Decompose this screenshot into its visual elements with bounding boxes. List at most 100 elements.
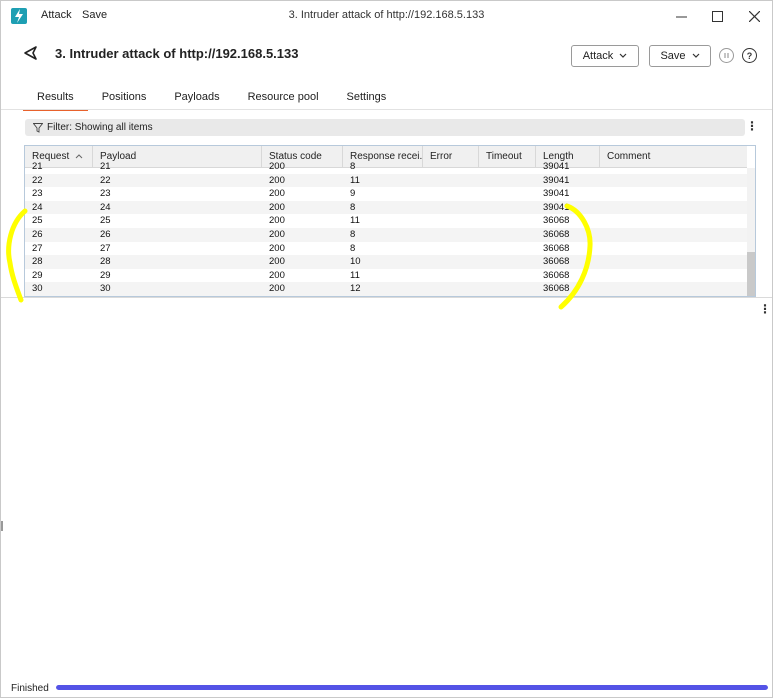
table-cell: 200 xyxy=(269,242,285,254)
table-cell: 36068 xyxy=(543,242,570,254)
table-cell: 30 xyxy=(32,283,43,295)
table-row[interactable]: 28 28 200 10 36068 xyxy=(25,255,747,269)
lower-pane-options-icon[interactable]: ⋮ xyxy=(759,302,771,316)
table-cell: 21 xyxy=(32,161,43,172)
table-cell: 200 xyxy=(269,283,285,295)
table-row-partial[interactable]: 21 21 200 8 39041 xyxy=(25,160,747,174)
pause-icon xyxy=(724,53,729,58)
chevron-down-icon xyxy=(692,53,699,58)
pane-divider[interactable] xyxy=(1,297,772,298)
save-button-label: Save xyxy=(660,50,686,62)
filter-bar[interactable]: Filter: Showing all items xyxy=(25,119,745,136)
table-cell: 25 xyxy=(32,215,43,227)
maximize-icon xyxy=(711,10,723,22)
page-title: 3. Intruder attack of http://192.168.5.1… xyxy=(55,46,299,61)
results-table[interactable]: Request Payload Status code Response rec… xyxy=(24,145,756,297)
table-cell: 36068 xyxy=(543,269,570,281)
close-button[interactable] xyxy=(734,1,773,31)
intruder-icon xyxy=(24,46,37,60)
table-cell: 26 xyxy=(100,229,111,240)
help-icon: ? xyxy=(746,50,753,61)
table-cell: 27 xyxy=(32,242,43,254)
table-cell: 9 xyxy=(350,188,356,200)
table-cell: 39041 xyxy=(543,201,570,213)
table-cell: 11 xyxy=(350,174,360,186)
table-row[interactable]: 24 24 200 8 39041 xyxy=(25,200,747,215)
table-cell: 26 xyxy=(32,229,43,240)
save-menu[interactable]: Save xyxy=(82,9,107,21)
table-cell: 11 xyxy=(350,215,360,227)
table-row[interactable]: 29 29 200 11 36068 xyxy=(25,269,747,283)
table-row[interactable]: 25 25 200 11 36068 xyxy=(25,214,747,228)
table-cell: 200 xyxy=(269,256,285,268)
table-cell: 24 xyxy=(100,201,111,213)
table-cell: 24 xyxy=(32,201,43,213)
filter-icon xyxy=(33,122,43,133)
table-cell: 200 xyxy=(269,161,285,172)
pane-edge-handle xyxy=(1,521,3,531)
table-cell: 8 xyxy=(350,201,356,213)
table-cell: 29 xyxy=(100,269,111,281)
table-scrollbar-thumb[interactable] xyxy=(747,252,755,296)
table-cell: 23 xyxy=(32,188,43,200)
intruder-window: Attack Save 3. Intruder attack of http:/… xyxy=(0,0,773,698)
table-scrollbar[interactable] xyxy=(747,168,755,296)
table-cell: 28 xyxy=(100,256,111,268)
table-row[interactable]: 30 30 200 12 36068 xyxy=(25,282,747,296)
tab-positions[interactable]: Positions xyxy=(88,91,161,109)
table-cell: 28 xyxy=(32,256,43,268)
table-cell: 39041 xyxy=(543,161,570,172)
filter-text: Filter: Showing all items xyxy=(47,122,153,133)
table-cell: 22 xyxy=(32,174,43,186)
table-cell: 21 xyxy=(100,161,111,172)
table-row[interactable]: 22 22 200 11 39041 xyxy=(25,173,747,188)
table-cell: 36068 xyxy=(543,215,570,227)
table-row[interactable]: 26 26 200 8 36068 xyxy=(25,228,747,242)
tab-results[interactable]: Results xyxy=(23,91,88,111)
results-options-icon[interactable]: ⋮ xyxy=(746,119,758,133)
table-row[interactable]: 27 27 200 8 36068 xyxy=(25,242,747,256)
table-cell: 39041 xyxy=(543,188,570,200)
pause-button[interactable] xyxy=(719,48,734,63)
table-cell: 25 xyxy=(100,215,111,227)
title-bar: Attack Save 3. Intruder attack of http:/… xyxy=(1,1,772,31)
table-cell: 8 xyxy=(350,161,356,172)
status-text: Finished xyxy=(11,683,49,694)
table-cell: 23 xyxy=(100,188,111,200)
table-cell: 29 xyxy=(32,269,43,281)
tab-payloads[interactable]: Payloads xyxy=(160,91,233,109)
tab-resource-pool[interactable]: Resource pool xyxy=(234,91,333,109)
table-cell: 200 xyxy=(269,269,285,281)
tab-settings[interactable]: Settings xyxy=(333,91,401,109)
table-cell: 200 xyxy=(269,229,285,240)
table-cell: 200 xyxy=(269,215,285,227)
tabs-divider xyxy=(1,109,772,110)
table-cell: 11 xyxy=(350,269,360,281)
minimize-icon xyxy=(675,16,687,17)
save-button[interactable]: Save xyxy=(649,45,711,67)
table-cell: 22 xyxy=(100,174,111,186)
burp-logo-icon xyxy=(11,8,27,24)
attack-button[interactable]: Attack xyxy=(571,45,639,67)
table-cell: 8 xyxy=(350,229,356,240)
maximize-button[interactable] xyxy=(697,1,737,31)
table-row[interactable]: 23 23 200 9 39041 xyxy=(25,187,747,201)
table-cell: 10 xyxy=(350,256,361,268)
attack-progress-fill xyxy=(56,685,768,690)
help-button[interactable]: ? xyxy=(742,48,757,63)
table-cell: 39041 xyxy=(543,174,570,186)
table-cell: 8 xyxy=(350,242,356,254)
attack-progress-bar xyxy=(56,685,768,690)
table-cell: 200 xyxy=(269,174,285,186)
window-title: 3. Intruder attack of http://192.168.5.1… xyxy=(288,9,485,21)
table-cell: 200 xyxy=(269,201,285,213)
table-cell: 36068 xyxy=(543,256,570,268)
minimize-button[interactable] xyxy=(661,1,701,31)
attack-menu[interactable]: Attack xyxy=(41,9,72,21)
table-cell: 36068 xyxy=(543,283,570,295)
table-cell: 27 xyxy=(100,242,111,254)
chevron-down-icon xyxy=(619,53,627,58)
table-cell: 30 xyxy=(100,283,111,295)
table-cell: 36068 xyxy=(543,229,570,240)
attack-button-label: Attack xyxy=(582,50,614,62)
